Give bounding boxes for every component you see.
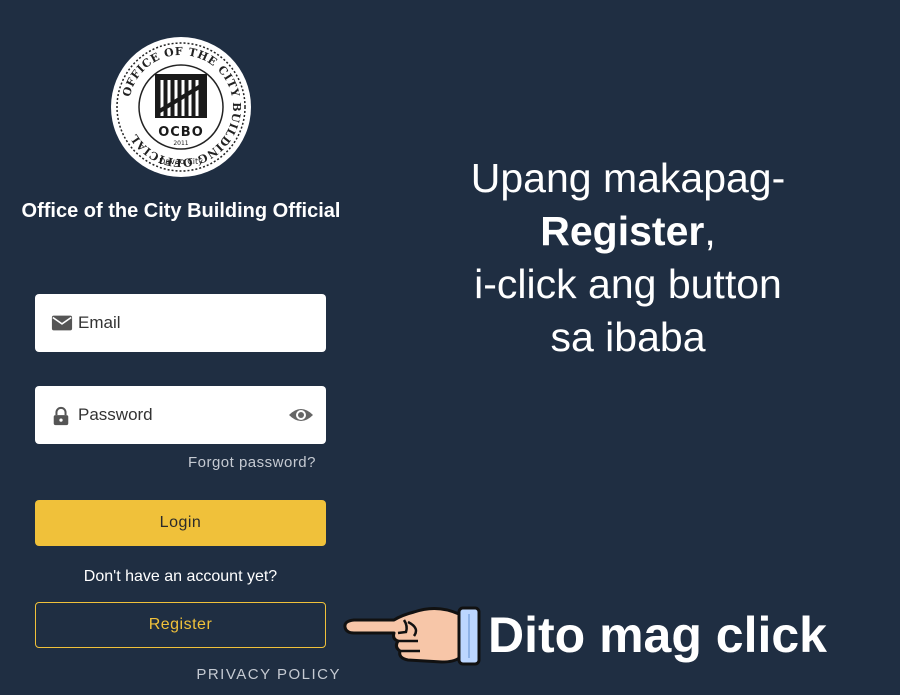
no-account-text: Don't have an account yet?: [83, 568, 278, 585]
forgot-password-link[interactable]: Forgot password?: [35, 454, 316, 471]
instruction-line-2: Register,: [400, 205, 856, 258]
org-name: Office of the City Building Official: [21, 200, 341, 222]
privacy-policy-link[interactable]: PRIVACY POLICY: [35, 666, 341, 683]
click-here-callout: Dito mag click: [488, 607, 827, 663]
instruction-line-4: sa ibaba: [550, 314, 706, 360]
instruction-register-word: Register: [540, 208, 705, 254]
seal-year: 2011: [173, 140, 188, 147]
ocbo-seal-logo: OFFICE OF THE CITY BUILDING OFFICIAL OCB…: [110, 36, 252, 178]
password-field[interactable]: [35, 386, 326, 444]
password-input[interactable]: [78, 386, 278, 444]
pointing-hand-icon: [342, 600, 484, 670]
instruction-line-1: Upang makapag-: [470, 155, 786, 201]
eye-icon[interactable]: [288, 404, 314, 426]
email-input[interactable]: [78, 294, 278, 352]
instruction-line-3: i-click ang button: [474, 261, 782, 307]
seal-city: Davao City: [159, 157, 203, 166]
instruction-comma: ,: [704, 208, 716, 254]
seal-acronym: OCBO: [158, 125, 204, 140]
register-button[interactable]: Register: [35, 602, 326, 648]
register-instruction: Upang makapag- Register, i-click ang but…: [400, 152, 856, 364]
lock-icon: [51, 405, 73, 426]
login-button[interactable]: Login: [35, 500, 326, 546]
email-field[interactable]: [35, 294, 326, 352]
envelope-icon: [51, 313, 73, 333]
